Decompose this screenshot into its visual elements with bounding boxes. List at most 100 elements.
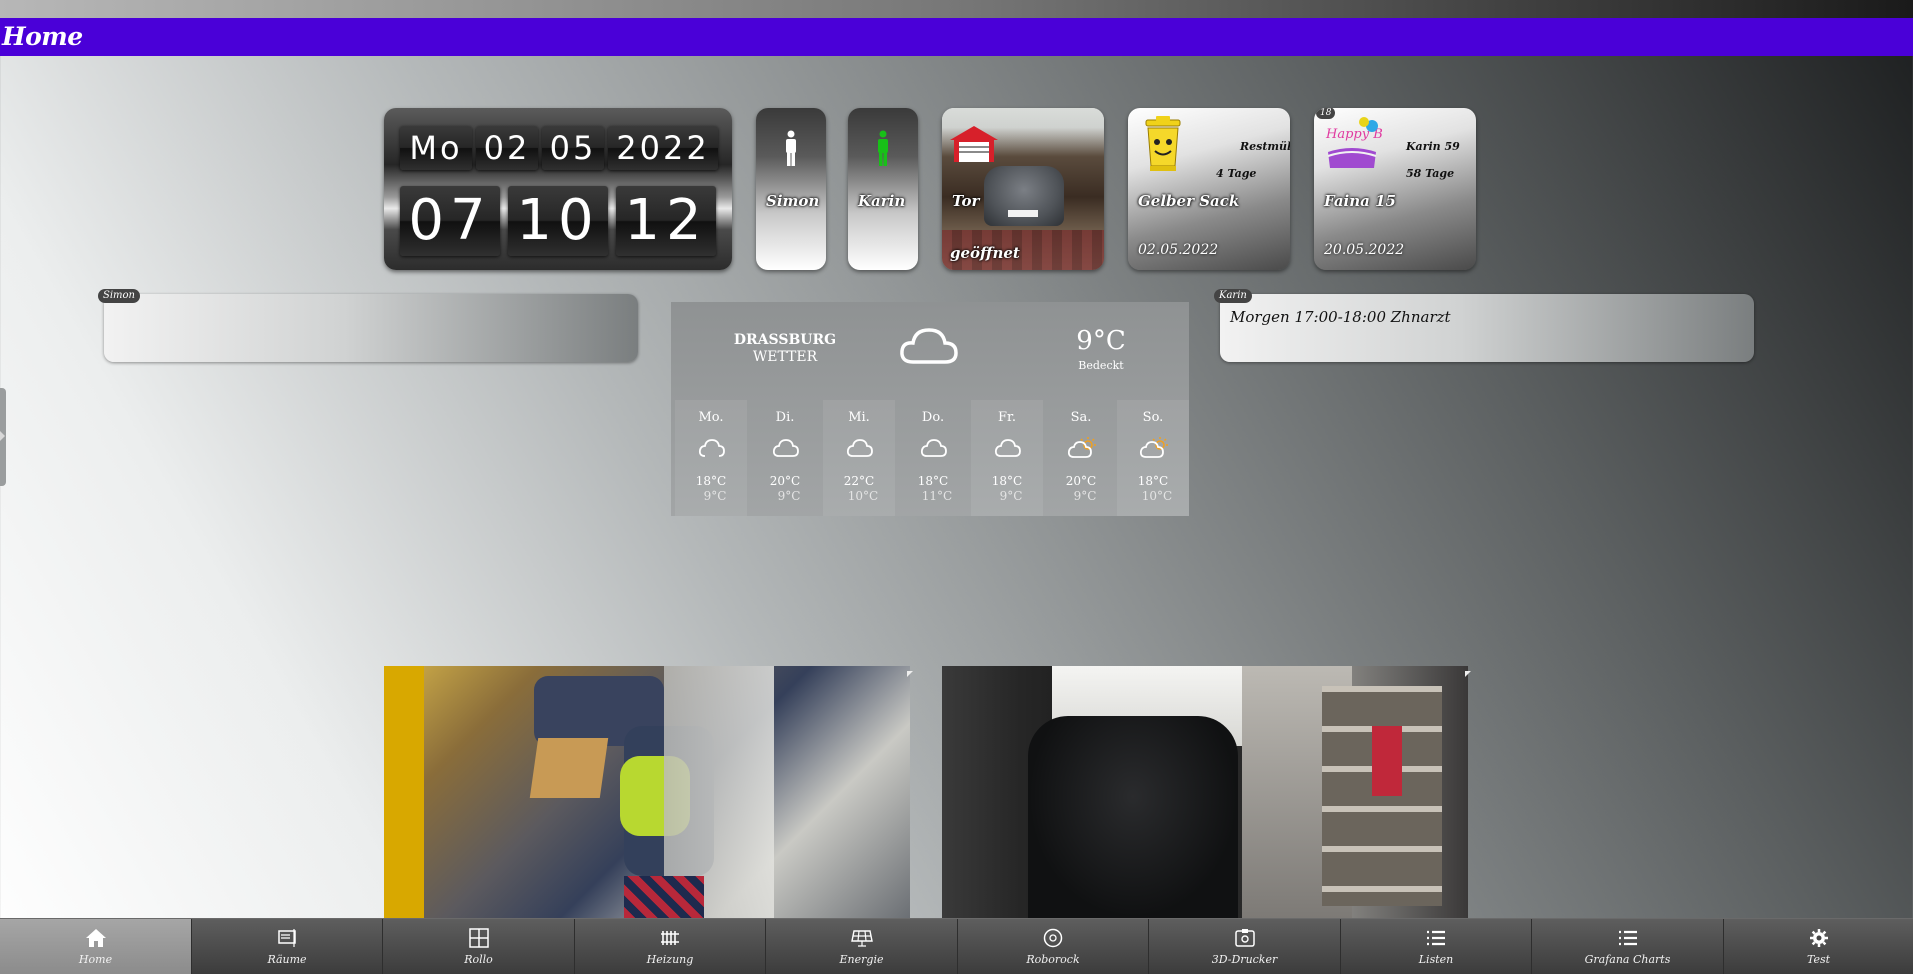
partly-sunny-icon xyxy=(1067,437,1096,458)
weather-current-temp: 9°C xyxy=(1076,326,1126,356)
garage-icon xyxy=(950,126,998,162)
nav-grafana-charts[interactable]: Grafana Charts xyxy=(1532,919,1724,974)
nav-lists[interactable]: Listen xyxy=(1341,919,1532,974)
waste-type-name: Gelber Sack xyxy=(1138,192,1240,210)
simon-notes-panel[interactable] xyxy=(104,294,638,362)
fullscreen-icon[interactable] xyxy=(906,668,916,678)
nav-label: Energie xyxy=(839,953,884,966)
weather-location: DRASSBURG xyxy=(733,332,837,348)
forecast-low: 9°C xyxy=(777,489,801,503)
forecast-low: 10°C xyxy=(847,489,879,503)
rooms-icon xyxy=(278,929,296,947)
cloud-icon xyxy=(772,439,799,457)
forecast-day: Do. 18°C 11°C xyxy=(897,400,969,516)
birthday-name: Faina 15 xyxy=(1324,192,1396,210)
home-icon xyxy=(85,929,106,947)
garage-camera[interactable] xyxy=(942,666,1468,918)
window-icon xyxy=(468,928,489,948)
forecast-high: 20°C xyxy=(1065,474,1097,488)
nav-label: Listen xyxy=(1418,953,1454,966)
fullscreen-icon[interactable] xyxy=(1464,668,1474,678)
nav-label: Heizung xyxy=(646,953,694,966)
simon-panel-tag: Simon xyxy=(98,289,140,303)
list-icon xyxy=(1618,930,1637,946)
presence-name: Simon xyxy=(766,192,820,210)
nav-label: Grafana Charts xyxy=(1584,953,1671,966)
nav-home[interactable]: Home xyxy=(0,919,192,974)
clock-hour: 07 xyxy=(400,186,500,256)
cloud-icon xyxy=(994,439,1021,457)
birthday-next-name: Karin 59 xyxy=(1406,140,1460,153)
presence-tile-karin[interactable]: Karin xyxy=(848,108,918,270)
garage-label: Tor xyxy=(952,192,980,210)
yellow-bin-icon xyxy=(1145,116,1181,171)
page-title: Home xyxy=(2,22,83,51)
forecast-day: Sa. 20°C 9°C xyxy=(1045,400,1117,516)
weather-condition: Bedeckt xyxy=(1078,359,1124,372)
forecast-day: Mi. 22°C 10°C xyxy=(823,400,895,516)
karin-notes-panel[interactable]: Morgen 17:00-18:00 Zhnarzt xyxy=(1220,294,1754,362)
cloud-icon xyxy=(900,328,958,364)
forecast-high: 18°C xyxy=(917,474,949,488)
forecast-day-name: Mo. xyxy=(698,410,724,425)
forecast-low: 9°C xyxy=(1073,489,1097,503)
weather-widget[interactable]: DRASSBURG WETTER 9°C Bedeckt Mo. 18°C 9°… xyxy=(671,302,1189,516)
clock-day: 02 xyxy=(476,126,538,170)
gear-icon xyxy=(1809,929,1828,947)
forecast-high: 18°C xyxy=(991,474,1023,488)
karin-note: Morgen 17:00-18:00 Zhnarzt xyxy=(1230,308,1451,326)
forecast-high: 20°C xyxy=(769,474,801,488)
side-menu-handle[interactable] xyxy=(0,388,6,486)
birthday-days-remaining: 58 Tage xyxy=(1406,167,1455,180)
nav-label: 3D-Drucker xyxy=(1211,953,1278,966)
nav-label: Home xyxy=(78,953,113,966)
person-icon xyxy=(786,130,796,166)
header-bar: Home xyxy=(0,18,1913,56)
clock-minute: 10 xyxy=(508,186,608,256)
nav-label: Roborock xyxy=(1026,953,1080,966)
forecast-day: Mo. 18°C 9°C xyxy=(675,400,747,516)
radiator-icon xyxy=(661,931,679,945)
nav-test[interactable]: Test xyxy=(1724,919,1913,974)
nav-3d-printer[interactable]: 3D-Drucker xyxy=(1149,919,1341,974)
nav-energy[interactable]: Energie xyxy=(766,919,958,974)
robot-vacuum-icon xyxy=(1043,928,1063,948)
forecast-day-name: Mi. xyxy=(848,410,870,425)
waste-days-remaining: 4 Tage xyxy=(1216,167,1257,180)
presence-tile-simon[interactable]: Simon xyxy=(756,108,826,270)
weather-label: WETTER xyxy=(752,349,818,365)
nav-label: Test xyxy=(1806,953,1831,966)
clock-second: 12 xyxy=(616,186,716,256)
forecast-high: 22°C xyxy=(843,474,875,488)
living-room-camera[interactable] xyxy=(384,666,910,918)
forecast-day: Di. 20°C 9°C xyxy=(749,400,821,516)
nav-roborock[interactable]: Roborock xyxy=(958,919,1149,974)
presence-name: Karin xyxy=(858,192,906,210)
nav-heating[interactable]: Heizung xyxy=(575,919,766,974)
nav-blinds[interactable]: Rollo xyxy=(383,919,575,974)
cloud-icon xyxy=(846,439,873,457)
forecast-high: 18°C xyxy=(1137,474,1169,488)
printer-3d-icon xyxy=(1234,929,1255,947)
karin-panel-tag: Karin xyxy=(1214,289,1252,303)
clock-weekday: Mo xyxy=(400,126,472,170)
waste-collection-tile[interactable]: Restmüll 4 Tage Gelber Sack 02.05.2022 xyxy=(1128,108,1290,270)
waste-date: 02.05.2022 xyxy=(1138,242,1219,258)
forecast-low: 10°C xyxy=(1141,489,1173,503)
forecast-low: 9°C xyxy=(703,489,727,503)
forecast-low: 9°C xyxy=(999,489,1023,503)
forecast-day-name: Do. xyxy=(921,410,945,425)
forecast-day-name: Fr. xyxy=(998,410,1016,425)
list-icon xyxy=(1427,930,1445,946)
forecast-day-name: Di. xyxy=(775,410,795,425)
solar-panel-icon xyxy=(850,930,873,947)
garage-door-tile[interactable]: Tor geöffnet xyxy=(942,108,1104,270)
birthday-tile[interactable]: 18 Happy Birthday Karin 59 58 Tage Faina… xyxy=(1314,108,1476,270)
nav-rooms[interactable]: Räume xyxy=(192,919,383,974)
cloud-icon xyxy=(698,439,725,457)
browser-top-strip xyxy=(0,0,1913,18)
forecast-day-name: Sa. xyxy=(1070,410,1092,425)
garage-status: geöffnet xyxy=(950,244,1020,262)
waste-next-type: Restmüll xyxy=(1240,140,1290,153)
forecast-low: 11°C xyxy=(921,489,953,503)
